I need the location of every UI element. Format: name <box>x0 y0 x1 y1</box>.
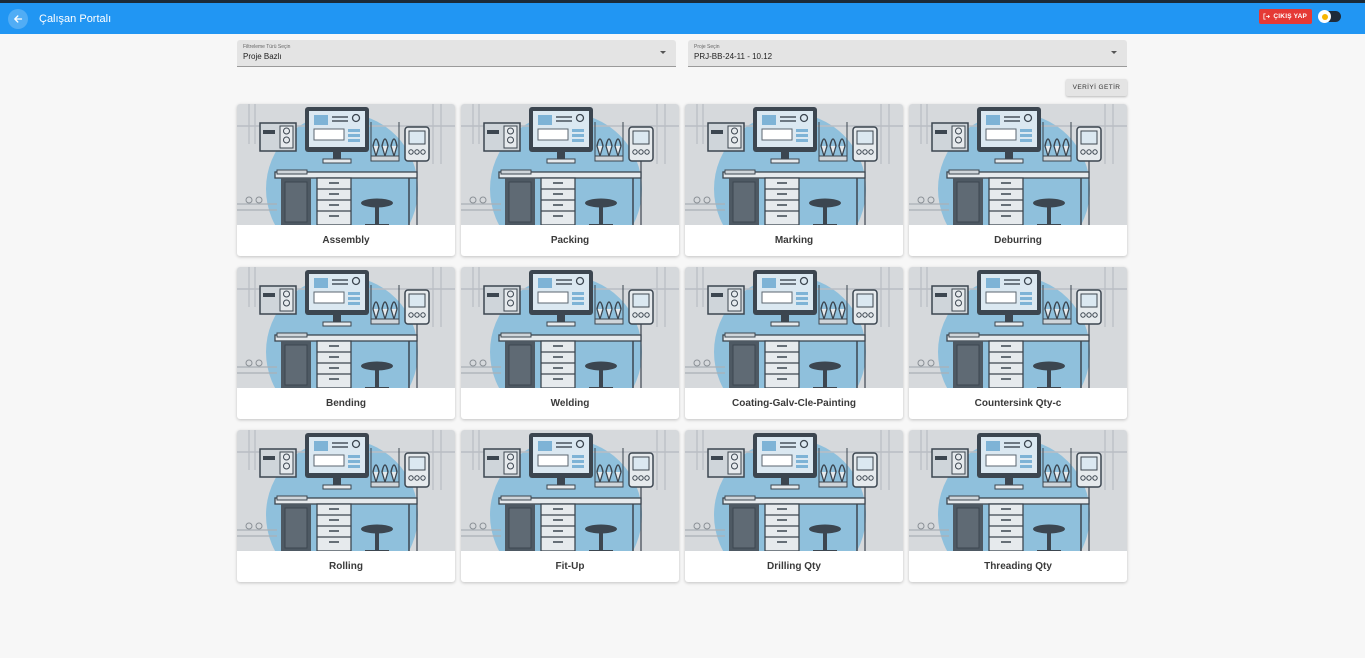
station-card-title: Countersink Qty-c <box>974 398 1062 409</box>
app-bar: Çalışan Portalı ÇIKIŞ YAP <box>0 0 1365 34</box>
station-card-title: Assembly <box>322 235 370 246</box>
caret-down-icon <box>1111 51 1117 54</box>
workstation-illustration <box>685 267 903 388</box>
arrow-left-icon <box>14 14 23 23</box>
logout-icon <box>1263 13 1271 20</box>
project-value: PRJ-BB-24-11 - 10.12 <box>694 52 773 61</box>
station-card[interactable]: Packing <box>461 104 679 256</box>
station-card[interactable]: Bending <box>237 267 455 419</box>
workstation-illustration <box>909 267 1127 388</box>
station-card-title: Coating-Galv-Cle-Painting <box>732 398 856 409</box>
station-card[interactable]: Coating-Galv-Cle-Painting <box>685 267 903 419</box>
workstation-illustration <box>685 104 903 225</box>
caret-down-icon <box>660 51 666 54</box>
logout-button[interactable]: ÇIKIŞ YAP <box>1259 9 1312 24</box>
station-card-title: Packing <box>550 235 590 246</box>
workstation-illustration <box>237 267 455 388</box>
station-card-title: Threading Qty <box>984 561 1052 572</box>
station-card[interactable]: Rolling <box>237 430 455 582</box>
workstation-illustration <box>909 430 1127 551</box>
station-card-title: Rolling <box>329 561 363 572</box>
station-card-title: Deburring <box>994 235 1042 246</box>
workstation-illustration <box>461 267 679 388</box>
project-label: Proje Seçin <box>694 44 720 50</box>
station-card[interactable]: Threading Qty <box>909 430 1127 582</box>
workstation-illustration <box>461 104 679 225</box>
filter-type-label: Filtreleme Türü Seçin <box>243 44 291 50</box>
project-select[interactable]: Proje Seçin PRJ-BB-24-11 - 10.12 <box>688 40 1127 67</box>
workstation-illustration <box>237 430 455 551</box>
station-card[interactable]: Fit-Up <box>461 430 679 582</box>
station-card[interactable]: Deburring <box>909 104 1127 256</box>
station-card[interactable]: Marking <box>685 104 903 256</box>
workstation-illustration <box>461 430 679 551</box>
theme-toggle[interactable] <box>1318 10 1341 23</box>
station-card-title: Marking <box>774 235 814 246</box>
workstation-illustration <box>909 104 1127 225</box>
station-card[interactable]: Welding <box>461 267 679 419</box>
station-card-title: Bending <box>326 398 366 409</box>
station-card[interactable]: Assembly <box>237 104 455 256</box>
station-card[interactable]: Countersink Qty-c <box>909 267 1127 419</box>
station-card-title: Fit-Up <box>555 561 585 572</box>
station-card[interactable]: Drilling Qty <box>685 430 903 582</box>
workstation-illustration <box>237 104 455 225</box>
workstation-illustration <box>685 430 903 551</box>
station-card-grid: Assembly Packing Marking Deburring Bendi… <box>237 104 1128 582</box>
logout-label: ÇIKIŞ YAP <box>1273 13 1307 20</box>
station-card-title: Welding <box>550 398 590 409</box>
filter-type-select[interactable]: Filtreleme Türü Seçin Proje Bazlı <box>237 40 676 67</box>
app-title: Çalışan Portalı <box>39 12 112 25</box>
filter-type-value: Proje Bazlı <box>243 52 282 61</box>
back-button[interactable] <box>8 8 28 29</box>
station-card-title: Drilling Qty <box>767 561 821 572</box>
sun-icon <box>1318 10 1331 23</box>
fetch-data-button[interactable]: VERİYİ GETİR <box>1066 79 1127 96</box>
